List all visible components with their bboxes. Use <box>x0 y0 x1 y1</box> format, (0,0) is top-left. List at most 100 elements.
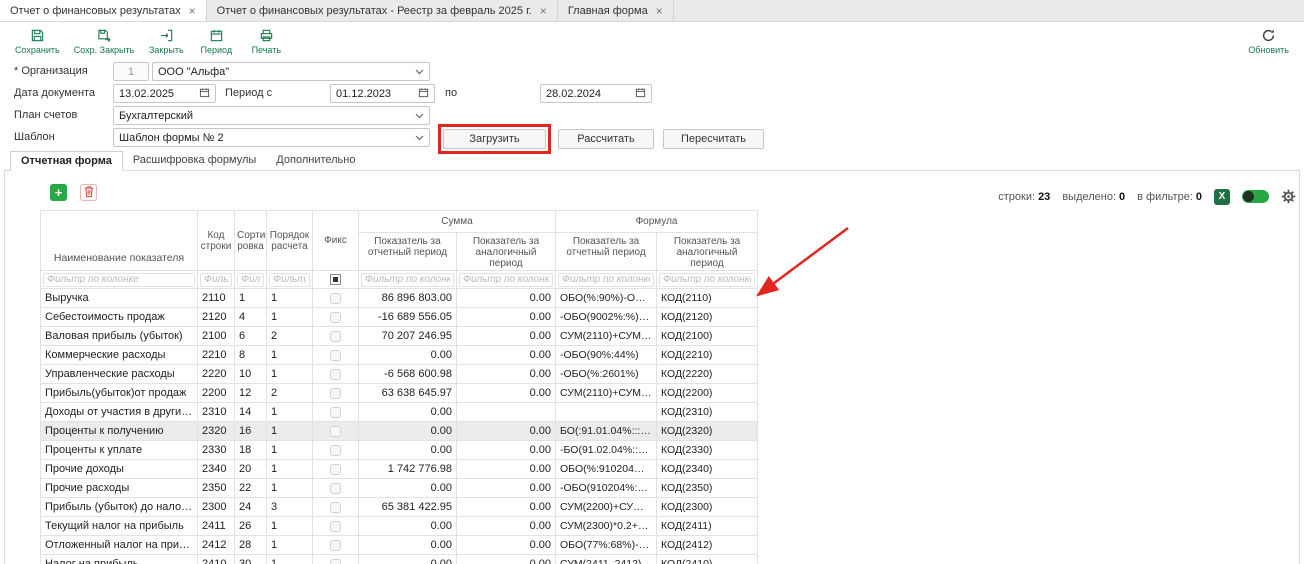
tab-additional[interactable]: Дополнительно <box>266 151 365 171</box>
filter-input-formula-report[interactable] <box>558 273 654 287</box>
col-header-order[interactable]: Порядок расчета <box>267 211 313 271</box>
template-select[interactable]: Шаблон формы № 2 <box>113 128 430 147</box>
filter-input-sort[interactable] <box>237 273 264 287</box>
row-fix-checkbox[interactable] <box>330 331 341 342</box>
delete-row-button[interactable] <box>80 184 97 201</box>
excel-export-button[interactable]: X <box>1214 189 1230 205</box>
grid-toggle[interactable] <box>1242 190 1269 203</box>
organization-label: * Организация <box>14 62 88 80</box>
row-fix-checkbox[interactable] <box>330 483 341 494</box>
close-label: Закрыть <box>149 45 184 55</box>
row-code: 2100 <box>198 327 235 346</box>
organization-code-field[interactable]: 1 <box>113 62 149 81</box>
row-formula-report: СУМ(2110)+СУМ(21... <box>556 327 657 346</box>
print-button[interactable]: Печать <box>241 23 291 59</box>
filter-input-sum-prev[interactable] <box>459 273 553 287</box>
col-header-sum-report[interactable]: Показатель за отчетный период <box>359 233 457 271</box>
table-row[interactable]: Прочие расходы 2350 22 1 0.00 0.00 -ОБО(… <box>41 479 758 498</box>
table-row[interactable]: Себестоимость продаж 2120 4 1 -16 689 55… <box>41 308 758 327</box>
row-name: Прибыль(убыток)от продаж <box>41 384 198 403</box>
row-fix-checkbox[interactable] <box>330 426 341 437</box>
load-button[interactable]: Загрузить <box>443 129 546 149</box>
recalculate-button[interactable]: Пересчитать <box>663 129 764 149</box>
close-button[interactable]: Закрыть <box>141 23 191 59</box>
row-sum-report: 0.00 <box>359 517 457 536</box>
col-header-fix[interactable]: Фикс <box>313 211 359 271</box>
row-sum-prev: 0.00 <box>457 460 556 479</box>
period-from-field[interactable]: 01.12.2023 <box>330 84 435 103</box>
filter-fix-checkbox[interactable] <box>330 274 341 285</box>
table-row[interactable]: Коммерческие расходы 2210 8 1 0.00 0.00 … <box>41 346 758 365</box>
row-order: 1 <box>267 403 313 422</box>
col-header-formula-prev[interactable]: Показатель за аналогичный период предыду… <box>657 233 758 271</box>
doc-date-field[interactable]: 13.02.2025 <box>113 84 216 103</box>
row-fix-checkbox[interactable] <box>330 464 341 475</box>
col-header-code[interactable]: Код строки <box>198 211 235 271</box>
table-row[interactable]: Управленческие расходы 2220 10 1 -6 568 … <box>41 365 758 384</box>
col-header-formula-report[interactable]: Показатель за отчетный период <box>556 233 657 271</box>
table-row[interactable]: Прибыль(убыток)от продаж 2200 12 2 63 63… <box>41 384 758 403</box>
row-fix-cell <box>313 517 359 536</box>
chart-of-accounts-label: План счетов <box>14 106 77 124</box>
chart-of-accounts-select[interactable]: Бухгалтерский <box>113 106 430 125</box>
save-button[interactable]: Сохранить <box>8 23 67 59</box>
filter-input-formula-prev[interactable] <box>659 273 755 287</box>
row-code: 2330 <box>198 441 235 460</box>
main-toolbar: Сохранить Сохр. Закрыть Закрыть Период <box>0 22 1304 60</box>
row-fix-checkbox[interactable] <box>330 540 341 551</box>
row-fix-checkbox[interactable] <box>330 369 341 380</box>
row-fix-checkbox[interactable] <box>330 312 341 323</box>
row-sort: 30 <box>235 555 267 564</box>
table-row[interactable]: Прибыль (убыток) до налогообложения 2300… <box>41 498 758 517</box>
table-row[interactable]: Проценты к уплате 2330 18 1 0.00 0.00 -Б… <box>41 441 758 460</box>
row-formula-prev: КОД(2340) <box>657 460 758 479</box>
filter-input-name[interactable] <box>43 273 195 287</box>
col-header-name[interactable]: Наименование показателя <box>41 211 198 271</box>
row-fix-cell <box>313 308 359 327</box>
row-fix-checkbox[interactable] <box>330 521 341 532</box>
close-icon[interactable]: × <box>189 5 196 17</box>
filter-input-order[interactable] <box>269 273 310 287</box>
row-fix-checkbox[interactable] <box>330 502 341 513</box>
table-row[interactable]: Валовая прибыль (убыток) 2100 6 2 70 207… <box>41 327 758 346</box>
table-row[interactable]: Доходы от участия в других организаци...… <box>41 403 758 422</box>
organization-select[interactable]: ООО "Альфа" <box>152 62 430 81</box>
tab-report-form[interactable]: Отчетная форма <box>10 151 123 171</box>
filter-input-code[interactable] <box>200 273 232 287</box>
window-tab-registry[interactable]: Отчет о финансовых результатах - Реестр … <box>207 0 558 21</box>
row-fix-checkbox[interactable] <box>330 407 341 418</box>
table-row[interactable]: Проценты к получению 2320 16 1 0.00 0.00… <box>41 422 758 441</box>
close-icon[interactable]: × <box>656 5 663 17</box>
chevron-down-icon <box>415 132 424 144</box>
table-row[interactable]: Прочие доходы 2340 20 1 1 742 776.98 0.0… <box>41 460 758 479</box>
row-formula-prev: КОД(2300) <box>657 498 758 517</box>
window-tab-financial-report[interactable]: Отчет о финансовых результатах × <box>0 0 207 21</box>
save-close-button[interactable]: Сохр. Закрыть <box>67 23 142 59</box>
add-row-button[interactable]: + <box>50 184 67 201</box>
row-fix-checkbox[interactable] <box>330 293 341 304</box>
col-header-sum-prev[interactable]: Показатель за аналогичный период предыду… <box>457 233 556 271</box>
table-row[interactable]: Выручка 2110 1 1 86 896 803.00 0.00 ОБО(… <box>41 289 758 308</box>
window-tab-main-form[interactable]: Главная форма × <box>558 0 674 21</box>
row-name: Себестоимость продаж <box>41 308 198 327</box>
period-button[interactable]: Период <box>191 23 241 59</box>
calculate-button[interactable]: Рассчитать <box>558 129 654 149</box>
col-header-sort[interactable]: Сорти-ровка <box>235 211 267 271</box>
row-formula-prev: КОД(2220) <box>657 365 758 384</box>
row-fix-checkbox[interactable] <box>330 559 341 564</box>
table-row[interactable]: Текущий налог на прибыль 2411 26 1 0.00 … <box>41 517 758 536</box>
row-name: Проценты к уплате <box>41 441 198 460</box>
filter-input-sum-report[interactable] <box>361 273 454 287</box>
row-fix-checkbox[interactable] <box>330 445 341 456</box>
table-row[interactable]: Налог на прибыль 2410 30 1 0.00 0.00 СУМ… <box>41 555 758 564</box>
settings-gear-button[interactable] <box>1281 189 1296 204</box>
row-fix-checkbox[interactable] <box>330 388 341 399</box>
close-icon[interactable]: × <box>540 5 547 17</box>
table-row[interactable]: Отложенный налог на прибыль 2412 28 1 0.… <box>41 536 758 555</box>
row-sum-prev: 0.00 <box>457 308 556 327</box>
period-to-field[interactable]: 28.02.2024 <box>540 84 652 103</box>
row-sum-report: 1 742 776.98 <box>359 460 457 479</box>
refresh-button[interactable]: Обновить <box>1241 23 1296 59</box>
tab-formula-decode[interactable]: Расшифровка формулы <box>123 151 266 171</box>
row-fix-checkbox[interactable] <box>330 350 341 361</box>
